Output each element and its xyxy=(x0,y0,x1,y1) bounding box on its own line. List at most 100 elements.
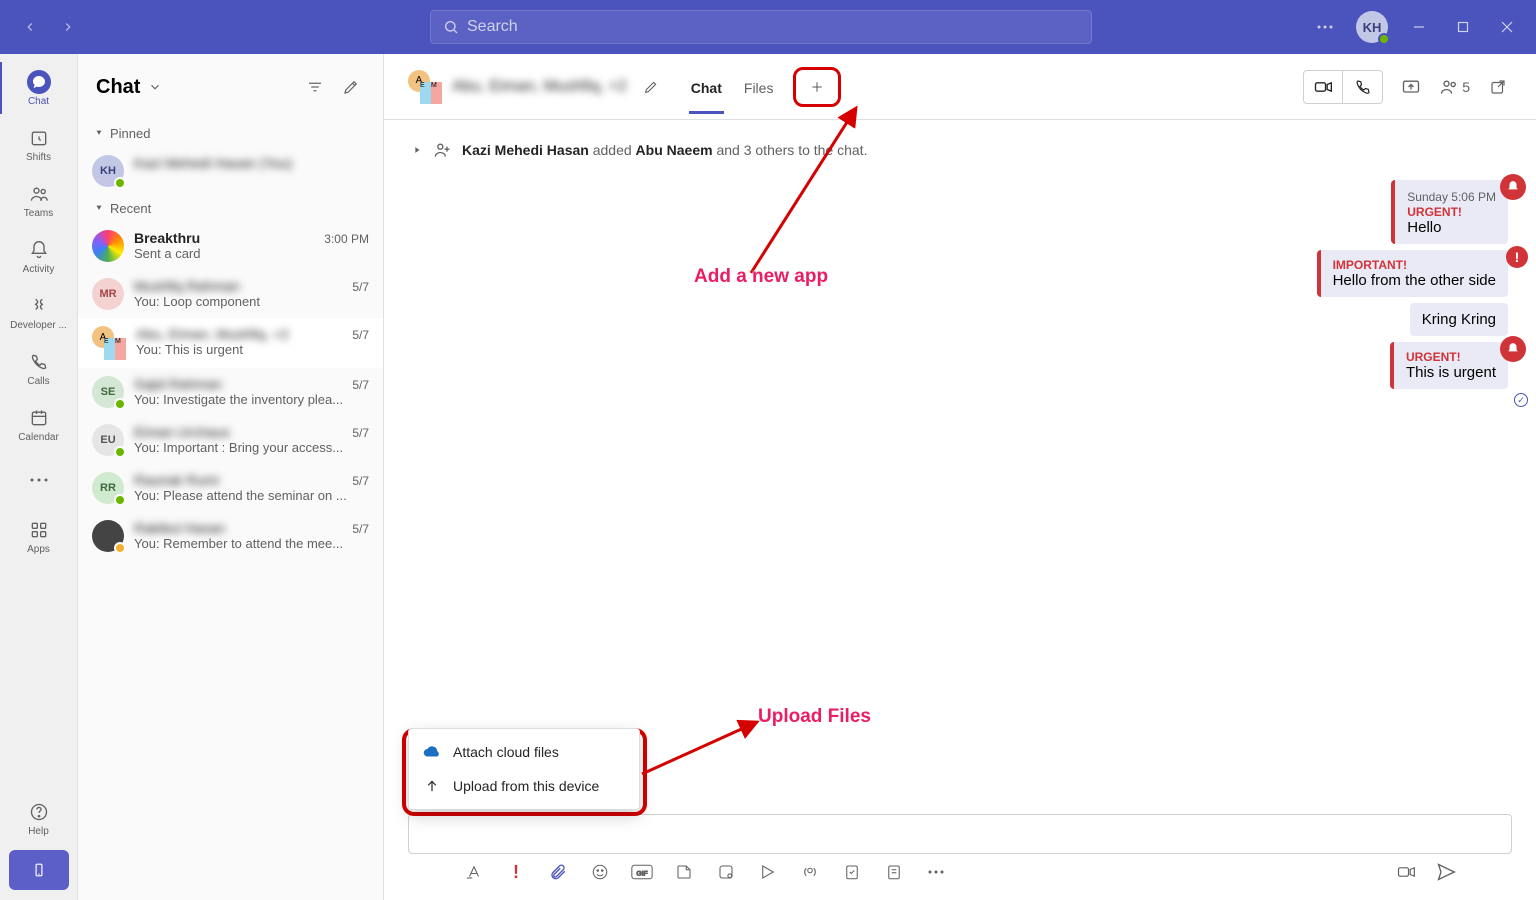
attach-button[interactable] xyxy=(548,862,568,882)
chat-name: Sajid Rahman xyxy=(134,376,222,392)
tab-chat[interactable]: Chat xyxy=(689,60,724,114)
attach-menu: Attach cloud files Upload from this devi… xyxy=(408,728,640,810)
seen-indicator-icon: ✓ xyxy=(1514,393,1528,407)
actions-button[interactable] xyxy=(758,862,778,882)
chat-preview: You: Investigate the inventory plea... xyxy=(134,392,354,407)
message-bubble[interactable]: Kring Kring xyxy=(1410,303,1508,336)
msg-tag: URGENT! xyxy=(1407,205,1496,219)
rail-shifts[interactable]: Shifts xyxy=(3,118,75,170)
rail-calls[interactable]: Calls xyxy=(3,342,75,394)
chat-time: 5/7 xyxy=(352,378,369,392)
priority-button[interactable]: ! xyxy=(506,862,526,882)
rail-calendar[interactable]: Calendar xyxy=(3,398,75,450)
message-bubble[interactable]: Sunday 5:06 PM URGENT! Hello xyxy=(1391,180,1508,244)
chat-item[interactable]: SE Sajid Rahman5/7You: Investigate the i… xyxy=(78,368,383,416)
avatar-initials: EU xyxy=(100,434,115,446)
rail-teams[interactable]: Teams xyxy=(3,174,75,226)
panel-title: Chat xyxy=(96,76,140,99)
more-icon xyxy=(27,468,51,492)
chat-item[interactable]: Breakthru3:00 PMSent a card xyxy=(78,222,383,270)
compose-input[interactable] xyxy=(408,814,1512,854)
rail-label: Calendar xyxy=(18,432,59,443)
edit-name-button[interactable] xyxy=(637,73,665,101)
format-button[interactable] xyxy=(464,862,484,882)
stream-button[interactable] xyxy=(800,862,820,882)
window-close-button[interactable] xyxy=(1486,6,1528,48)
search-placeholder: Search xyxy=(467,18,518,36)
sticker-button[interactable] xyxy=(674,862,694,882)
chat-name: Rakibul Hasan xyxy=(134,520,225,536)
chat-item[interactable]: RR Raunak Rumi5/7You: Please attend the … xyxy=(78,464,383,512)
upload-from-device[interactable]: Upload from this device xyxy=(409,769,639,803)
section-pinned[interactable]: Pinned xyxy=(78,120,383,147)
mobile-companion-button[interactable] xyxy=(9,850,69,890)
chevron-down-icon[interactable] xyxy=(148,80,162,94)
rail-label: Shifts xyxy=(26,152,51,163)
more-tools-button[interactable] xyxy=(926,862,946,882)
rail-developer[interactable]: Developer ... xyxy=(3,286,75,338)
title-bar: Search KH xyxy=(0,0,1536,54)
upload-icon xyxy=(423,777,441,795)
chat-list-panel: Chat Pinned KH Kazi Mehedi Hasan (You) R… xyxy=(78,54,384,900)
more-options-button[interactable] xyxy=(1304,6,1346,48)
rail-label: Developer ... xyxy=(10,320,67,331)
attach-cloud-files[interactable]: Attach cloud files xyxy=(409,735,639,769)
viva-button[interactable] xyxy=(884,862,904,882)
tab-files[interactable]: Files xyxy=(742,60,776,114)
message-bubble[interactable]: IMPORTANT! Hello from the other side ! xyxy=(1317,250,1508,297)
rail-more[interactable] xyxy=(3,454,75,506)
video-call-button[interactable] xyxy=(1303,70,1343,104)
chat-header-avatar: AEM xyxy=(408,70,442,104)
add-tab-button[interactable] xyxy=(803,73,831,101)
chat-time: 3:00 PM xyxy=(324,232,369,246)
rail-help[interactable]: Help xyxy=(3,792,75,844)
system-message: Kazi Mehedi Hasan added Abu Naeem and 3 … xyxy=(412,140,1508,160)
chat-time: 5/7 xyxy=(352,328,369,342)
participants-button[interactable]: 5 xyxy=(1439,77,1470,97)
video-clip-button[interactable] xyxy=(1396,862,1416,882)
chat-main: AEM Abu, Eiman, Mushfiq, +2 Chat Files xyxy=(384,54,1536,900)
share-screen-button[interactable] xyxy=(1397,73,1425,101)
emoji-button[interactable] xyxy=(590,862,610,882)
chat-item[interactable]: MR Mushfiq Rahman5/7You: Loop component xyxy=(78,270,383,318)
chat-preview: You: Remember to attend the mee... xyxy=(134,536,354,551)
search-input[interactable]: Search xyxy=(430,10,1092,44)
svg-text:GIF: GIF xyxy=(636,870,647,877)
new-chat-button[interactable] xyxy=(337,73,365,101)
window-minimize-button[interactable] xyxy=(1398,6,1440,48)
filter-button[interactable] xyxy=(301,73,329,101)
rail-label: Apps xyxy=(27,544,50,555)
chat-preview: You: Please attend the seminar on ... xyxy=(134,488,354,503)
section-recent[interactable]: Recent xyxy=(78,195,383,222)
chat-item[interactable]: Rakibul Hasan5/7You: Remember to attend … xyxy=(78,512,383,560)
audio-call-button[interactable] xyxy=(1343,70,1383,104)
approvals-button[interactable] xyxy=(842,862,862,882)
window-maximize-button[interactable] xyxy=(1442,6,1484,48)
rail-activity[interactable]: Activity xyxy=(3,230,75,282)
chat-item[interactable]: EU Eiman Urchaus5/7You: Important : Brin… xyxy=(78,416,383,464)
message-bubble[interactable]: URGENT! This is urgent xyxy=(1390,342,1508,389)
msg-time: Sunday 5:06 PM xyxy=(1407,190,1496,204)
rail-chat[interactable]: Chat xyxy=(3,62,75,114)
apps-icon xyxy=(27,518,51,542)
loop-button[interactable] xyxy=(716,862,736,882)
chat-preview: Sent a card xyxy=(134,246,354,261)
rail-label: Chat xyxy=(28,96,49,107)
teams-icon xyxy=(27,182,51,206)
chat-item-selected[interactable]: AEM Abu, Eiman, Mushfiq, +25/7You: This … xyxy=(78,318,383,368)
sys-actor: Kazi Mehedi Hasan xyxy=(462,142,589,158)
gif-button[interactable]: GIF xyxy=(632,862,652,882)
search-icon xyxy=(443,19,459,35)
profile-avatar[interactable]: KH xyxy=(1356,11,1388,43)
cloud-icon xyxy=(423,743,441,761)
nav-back-button[interactable] xyxy=(14,11,46,43)
send-button[interactable] xyxy=(1436,862,1456,882)
rail-apps[interactable]: Apps xyxy=(3,510,75,562)
avatar-initials: KH xyxy=(1363,20,1382,35)
chat-item-pinned[interactable]: KH Kazi Mehedi Hasan (You) xyxy=(78,147,383,195)
nav-forward-button[interactable] xyxy=(52,11,84,43)
chat-preview: You: This is urgent xyxy=(136,342,356,357)
popout-button[interactable] xyxy=(1484,73,1512,101)
rail-label: Teams xyxy=(24,208,53,219)
chat-icon xyxy=(27,70,51,94)
